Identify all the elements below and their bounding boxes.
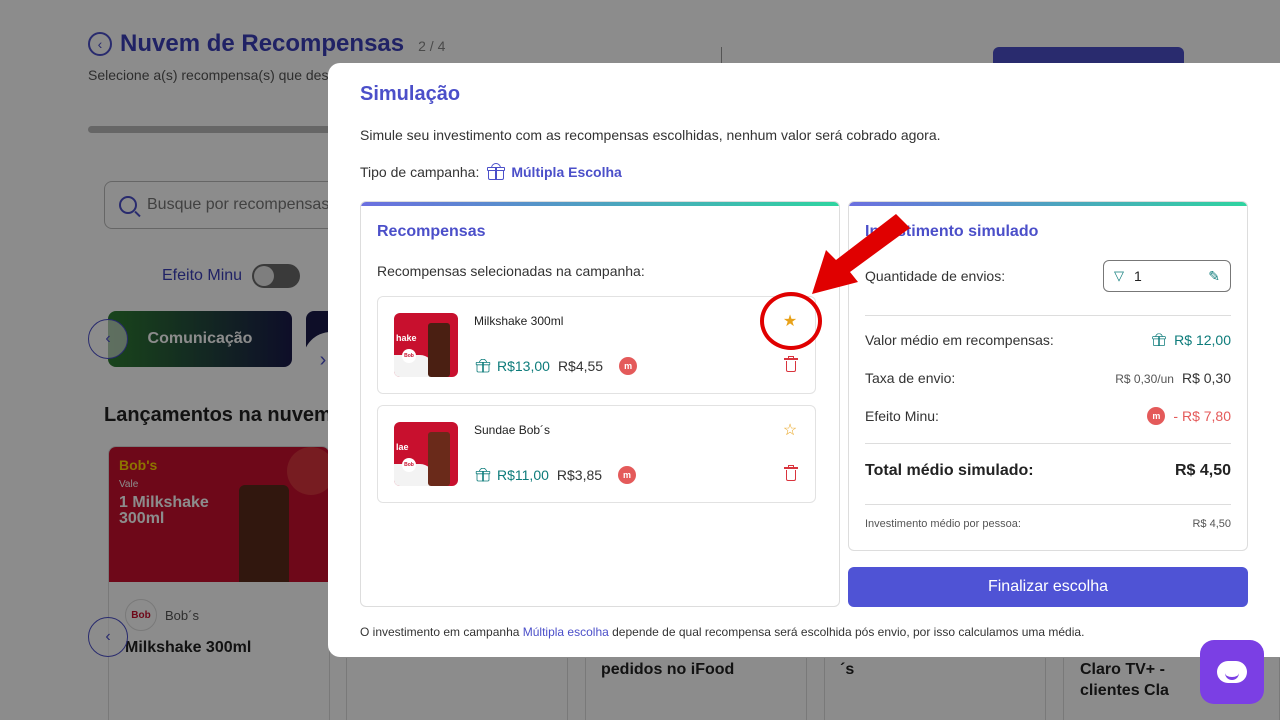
campaign-type: Tipo de campanha: Múltipla Escolha: [360, 163, 622, 180]
annotation-circle: [760, 292, 822, 350]
chat-icon: [1217, 661, 1247, 683]
rewards-panel: Recompensas Recompensas selecionadas na …: [360, 201, 840, 607]
modal-description: Simule seu investimento com as recompens…: [360, 127, 941, 143]
reward-thumbnail: lae Bob: [394, 422, 458, 486]
annotation-arrow: [812, 214, 910, 294]
thumb-text: hake: [396, 333, 417, 343]
avg-reward-value: R$ 12,00: [1174, 332, 1231, 348]
minu-value-wrap: m - R$ 7,80: [1147, 407, 1231, 425]
divider: [865, 504, 1231, 505]
chat-button[interactable]: [1200, 640, 1264, 704]
reward-prices: R$13,00 R$4,55 m: [474, 357, 638, 375]
reward-prices: R$11,00 R$3,85 m: [474, 466, 637, 484]
gift-price-value: R$11,00: [497, 467, 549, 483]
divider: [865, 315, 1231, 316]
avg-reward-value-wrap: R$ 12,00: [1150, 332, 1231, 348]
final-price: R$4,55: [557, 358, 604, 374]
trash-icon[interactable]: [784, 356, 798, 372]
rewards-subtitle: Recompensas selecionadas na campanha:: [377, 263, 645, 279]
minu-value: - R$ 7,80: [1173, 408, 1231, 424]
brand-badge: Bob: [402, 458, 416, 472]
footnote-suffix: depende de qual recompensa será escolhid…: [608, 625, 1085, 639]
filter-icon: ▽: [1114, 268, 1124, 283]
fee-values: R$ 0,30/un R$ 0,30: [1115, 370, 1231, 386]
reward-name: Milkshake 300ml: [474, 314, 564, 328]
gift-icon: [475, 358, 491, 373]
rewards-title: Recompensas: [377, 223, 486, 240]
star-outline-icon[interactable]: ☆: [781, 422, 799, 440]
gift-icon: [487, 163, 506, 180]
reward-thumbnail: hake Bob: [394, 313, 458, 377]
thumb-text: lae: [396, 442, 409, 452]
gift-price: R$11,00: [474, 467, 549, 483]
trash-icon[interactable]: [784, 465, 798, 481]
total-row: Total médio simulado: R$ 4,50: [865, 462, 1231, 480]
fee-value: R$ 0,30: [1181, 370, 1231, 386]
per-person-row: Investimento médio por pessoa: R$ 4,50: [865, 518, 1231, 530]
final-price: R$3,85: [556, 467, 603, 483]
total-value: R$ 4,50: [1174, 462, 1231, 479]
avg-reward-row: Valor médio em recompensas: R$ 12,00: [865, 332, 1231, 348]
quantity-value: 1: [1134, 268, 1142, 284]
minu-row: Efeito Minu: m - R$ 7,80: [865, 407, 1231, 425]
footnote-prefix: O investimento em campanha: [360, 625, 523, 639]
minu-label: Efeito Minu:: [865, 408, 939, 424]
simulation-modal: Simulação Simule seu investimento com as…: [328, 63, 1280, 657]
per-person-value: R$ 4,50: [1192, 518, 1231, 530]
gift-price-value: R$13,00: [497, 358, 550, 374]
edit-icon[interactable]: ✎: [1208, 268, 1220, 285]
brand-badge: Bob: [402, 349, 416, 363]
gift-icon: [1152, 333, 1166, 346]
minu-icon: m: [619, 357, 638, 375]
finalize-button[interactable]: Finalizar escolha: [848, 567, 1248, 607]
reward-item: hake Bob Milkshake 300ml R$13,00 R$4,55 …: [377, 296, 816, 394]
modal-title: Simulação: [360, 83, 461, 105]
quantity-input[interactable]: ▽ 1 ✎: [1103, 260, 1231, 292]
fee-row: Taxa de envio: R$ 0,30/un R$ 0,30: [865, 370, 1231, 386]
footnote: O investimento em campanha Múltipla esco…: [360, 625, 1084, 639]
reward-item: lae Bob Sundae Bob´s R$11,00 R$3,85 m ☆: [377, 405, 816, 503]
total-label: Total médio simulado:: [865, 462, 1034, 479]
minu-icon: m: [1147, 407, 1166, 425]
campaign-type-text: Múltipla Escolha: [511, 164, 622, 180]
fee-unit: R$ 0,30/un: [1115, 372, 1174, 386]
campaign-type-value: Múltipla Escolha: [487, 163, 622, 180]
campaign-type-label: Tipo de campanha:: [360, 164, 480, 180]
minu-icon: m: [618, 466, 637, 484]
avg-reward-label: Valor médio em recompensas:: [865, 332, 1054, 348]
fee-label: Taxa de envio:: [865, 370, 956, 386]
footnote-highlight: Múltipla escolha: [522, 625, 609, 639]
per-person-label: Investimento médio por pessoa:: [865, 518, 1021, 530]
divider: [865, 443, 1231, 444]
gift-icon: [475, 467, 491, 482]
reward-name: Sundae Bob´s: [474, 423, 551, 437]
gift-price: R$13,00: [474, 358, 550, 374]
